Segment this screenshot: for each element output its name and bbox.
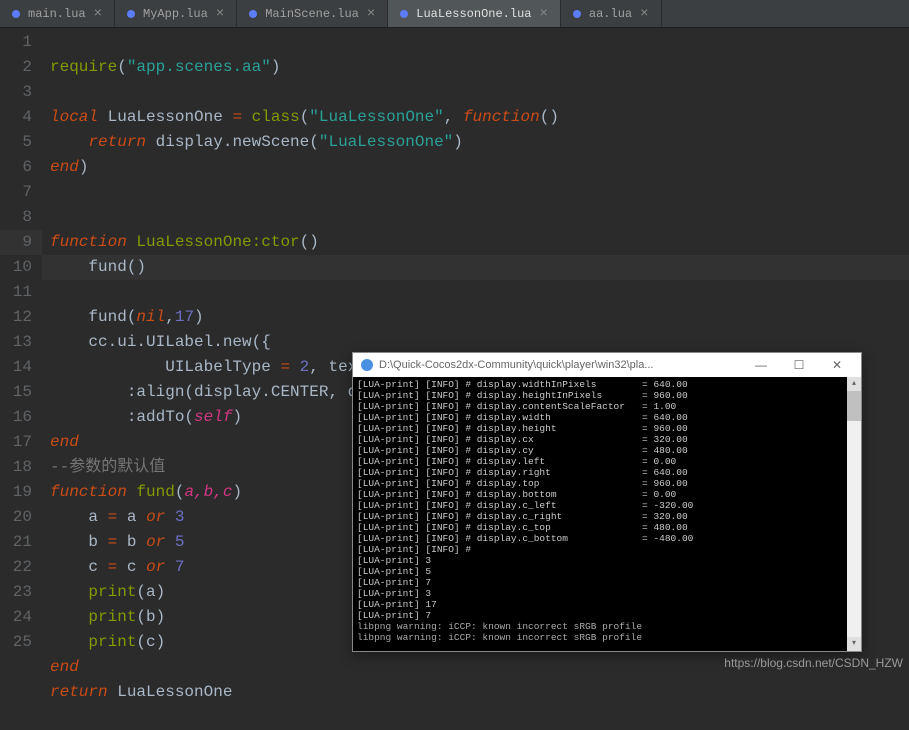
lua-icon	[400, 10, 408, 18]
lua-icon	[249, 10, 257, 18]
maximize-button[interactable]: ☐	[783, 358, 815, 372]
line-gutter: 1234567891011121314151617181920212223242…	[0, 28, 42, 672]
app-icon	[361, 359, 373, 371]
close-icon[interactable]: ×	[367, 6, 375, 22]
tab-mainscene[interactable]: MainScene.lua ×	[237, 0, 388, 27]
tab-bar: main.lua × MyApp.lua × MainScene.lua × LuaL…	[0, 0, 909, 28]
tab-main[interactable]: main.lua ×	[0, 0, 115, 27]
tab-label: MyApp.lua	[143, 7, 208, 21]
scroll-down-icon[interactable]: ▾	[847, 637, 861, 651]
tab-label: LuaLessonOne.lua	[416, 7, 531, 21]
console-title: D:\Quick-Cocos2dx-Community\quick\player…	[379, 359, 739, 371]
close-icon[interactable]: ×	[539, 6, 547, 22]
watermark: https://blog.csdn.net/CSDN_HZW	[724, 656, 903, 670]
scrollbar[interactable]: ▴ ▾	[847, 377, 861, 651]
console-window[interactable]: D:\Quick-Cocos2dx-Community\quick\player…	[352, 352, 862, 652]
scrollbar-thumb[interactable]	[847, 391, 861, 421]
close-icon[interactable]: ×	[640, 6, 648, 22]
tab-label: MainScene.lua	[265, 7, 359, 21]
tab-label: aa.lua	[589, 7, 632, 21]
close-button[interactable]: ✕	[821, 358, 853, 372]
minimize-button[interactable]: —	[745, 358, 777, 372]
lua-icon	[12, 10, 20, 18]
tab-lualessonone[interactable]: LuaLessonOne.lua ×	[388, 0, 561, 27]
close-icon[interactable]: ×	[216, 6, 224, 22]
console-body[interactable]: [LUA-print] [INFO] # display.widthInPixe…	[353, 377, 861, 651]
lua-icon	[573, 10, 581, 18]
close-icon[interactable]: ×	[94, 6, 102, 22]
tab-aa[interactable]: aa.lua ×	[561, 0, 662, 27]
scroll-up-icon[interactable]: ▴	[847, 377, 861, 391]
lua-icon	[127, 10, 135, 18]
tab-label: main.lua	[28, 7, 86, 21]
tab-myapp[interactable]: MyApp.lua ×	[115, 0, 237, 27]
console-titlebar[interactable]: D:\Quick-Cocos2dx-Community\quick\player…	[353, 353, 861, 377]
